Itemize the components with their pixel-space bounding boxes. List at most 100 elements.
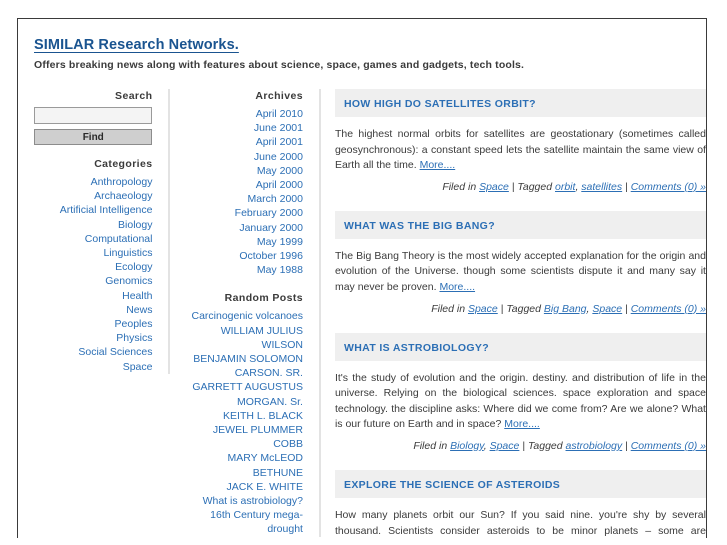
random-post-link-9[interactable]: 16th Century mega-drought — [184, 508, 303, 536]
post-tag-link[interactable]: satellites — [581, 181, 622, 193]
random-post-link-8[interactable]: What is astrobiology? — [184, 494, 303, 508]
category-link-12[interactable]: Space — [34, 360, 153, 374]
content-columns: Search Find Categories Anthropology Archa… — [18, 89, 706, 538]
search-find-button[interactable]: Find — [34, 129, 153, 145]
list-item: March 2000 — [184, 192, 303, 206]
random-posts-list: Carcinogenic volcanoes WILLIAM JULIUS WIL… — [184, 309, 302, 536]
post-more-link[interactable]: More.... — [504, 418, 540, 430]
list-item: Archaeology — [34, 189, 152, 203]
archive-link-1[interactable]: June 2001 — [184, 121, 303, 135]
random-post-link-6[interactable]: MARY McLEOD BETHUNE — [184, 451, 303, 479]
archive-link-8[interactable]: January 2000 — [184, 221, 303, 235]
post-meta: Filed in Space | Tagged Big Bang, Space … — [335, 302, 706, 317]
list-item: Artificial Intelligence — [34, 203, 153, 217]
category-link-0[interactable]: Anthropology — [34, 175, 153, 189]
archive-link-6[interactable]: March 2000 — [184, 192, 303, 206]
archives-list: April 2010 June 2001 April 2001 June 2000 Ma… — [184, 107, 303, 277]
post-title-link[interactable]: WHAT WAS THE BIG BANG? — [344, 220, 495, 232]
post-more-link[interactable]: More.... — [420, 159, 456, 171]
post-more-link[interactable]: More.... — [439, 281, 475, 293]
post-list: HOW HIGH DO SATELLITES ORBIT? The highest… — [334, 89, 706, 538]
post-comments-link[interactable]: Comments (0) » — [631, 181, 706, 193]
category-link-3[interactable]: Biology — [34, 218, 152, 232]
category-link-1[interactable]: Archaeology — [34, 189, 152, 203]
list-item: JACK E. WHITE — [184, 480, 303, 494]
list-item: Social Sciences — [34, 345, 152, 359]
list-item: April 2010 — [184, 107, 303, 121]
search-input[interactable] — [34, 107, 153, 124]
list-item: Anthropology — [34, 175, 153, 189]
random-post-link-2[interactable]: BENJAMIN SOLOMON CARSON. SR. — [184, 352, 303, 380]
filed-in-label: Filed in — [413, 439, 451, 452]
category-link-8[interactable]: News — [34, 303, 152, 317]
post-body: It's the study of evolution and the orig… — [335, 371, 706, 433]
archive-link-7[interactable]: February 2000 — [184, 206, 303, 220]
list-item: Genomics — [34, 274, 152, 288]
category-link-11[interactable]: Social Sciences — [34, 345, 152, 359]
post-tag-link[interactable]: Space — [592, 303, 622, 315]
list-item: June 2001 — [184, 121, 303, 135]
post-tag-link[interactable]: orbit — [555, 181, 575, 193]
random-post-link-3[interactable]: GARRETT AUGUSTUS MORGAN. Sr. — [184, 380, 303, 408]
list-item: Carcinogenic volcanoes — [184, 309, 302, 323]
list-item: Space — [34, 360, 153, 374]
list-item: MARY McLEOD BETHUNE — [184, 451, 303, 479]
post-body: The Big Bang Theory is the most widely a… — [335, 249, 706, 296]
post-excerpt-text: The Big Bang Theory is the most widely a… — [334, 249, 706, 293]
categories-heading: Categories — [94, 158, 153, 170]
list-item: May 2000 — [184, 164, 303, 178]
list-item: Computational Linguistics — [34, 232, 153, 260]
category-link-6[interactable]: Genomics — [34, 274, 152, 288]
post-category-link[interactable]: Space — [479, 181, 509, 193]
post-tag-link[interactable]: Big Bang — [544, 303, 587, 315]
post: WHAT WAS THE BIG BANG? The Big Bang Theor… — [334, 210, 706, 317]
random-post-link-0[interactable]: Carcinogenic volcanoes — [184, 309, 302, 323]
archives-heading: Archives — [255, 90, 303, 102]
post-title-bar: WHAT WAS THE BIG BANG? — [334, 210, 706, 239]
category-link-9[interactable]: Peoples — [34, 317, 153, 331]
post-comments-link[interactable]: Comments (0) » — [631, 440, 706, 452]
tagged-label: Tagged — [527, 439, 566, 452]
post-title-bar: EXPLORE THE SCIENCE OF ASTEROIDS — [334, 469, 706, 498]
archive-link-5[interactable]: April 2000 — [184, 178, 303, 192]
post-excerpt-text: How many planets orbit our Sun? If you s… — [334, 508, 706, 537]
post-category-link[interactable]: Space — [490, 440, 520, 452]
archive-link-3[interactable]: June 2000 — [184, 150, 303, 164]
sidebar-primary: Search Find Categories Anthropology Archa… — [34, 89, 171, 374]
archive-link-4[interactable]: May 2000 — [184, 164, 303, 178]
category-link-4[interactable]: Computational Linguistics — [34, 232, 153, 260]
category-link-2[interactable]: Artificial Intelligence — [34, 203, 153, 217]
search-heading: Search — [115, 90, 153, 102]
category-link-10[interactable]: Physics — [34, 331, 152, 345]
post-title-bar: HOW HIGH DO SATELLITES ORBIT? — [334, 89, 706, 117]
random-post-link-5[interactable]: JEWEL PLUMMER COBB — [184, 423, 303, 451]
post-title-bar: WHAT IS ASTROBIOLOGY? — [334, 332, 706, 361]
site-title[interactable]: SIMILAR Research Networks. — [34, 37, 239, 53]
list-item: Biology — [34, 218, 152, 232]
archive-link-0[interactable]: April 2010 — [184, 107, 303, 121]
list-item: News — [34, 303, 152, 317]
list-item: April 2001 — [184, 135, 303, 149]
post-category-link[interactable]: Biology — [450, 440, 484, 452]
filed-in-label: Filed in — [431, 302, 468, 315]
archive-link-2[interactable]: April 2001 — [184, 135, 303, 149]
random-post-link-7[interactable]: JACK E. WHITE — [184, 480, 303, 494]
post-title-link[interactable]: EXPLORE THE SCIENCE OF ASTEROIDS — [344, 479, 560, 491]
archive-link-10[interactable]: October 1996 — [184, 249, 303, 263]
post-comments-link[interactable]: Comments (0) » — [631, 303, 706, 315]
archive-link-11[interactable]: May 1988 — [184, 263, 303, 277]
category-link-7[interactable]: Health — [34, 289, 152, 303]
post-title-link[interactable]: HOW HIGH DO SATELLITES ORBIT? — [344, 98, 536, 110]
post-tag-link[interactable]: astrobiology — [566, 440, 623, 452]
random-post-link-1[interactable]: WILLIAM JULIUS WILSON — [184, 324, 303, 352]
random-post-link-4[interactable]: KEITH L. BLACK — [184, 409, 303, 423]
list-item: February 2000 — [184, 206, 303, 220]
post-body: The highest normal orbits for satellites… — [335, 127, 706, 174]
category-link-5[interactable]: Ecology — [34, 260, 152, 274]
site-header: SIMILAR Research Networks. Offers breaki… — [18, 19, 706, 71]
post-category-link[interactable]: Space — [468, 303, 498, 315]
archive-link-9[interactable]: May 1999 — [184, 235, 303, 249]
page-frame: SIMILAR Research Networks. Offers breaki… — [17, 18, 707, 538]
post-title-link[interactable]: WHAT IS ASTROBIOLOGY? — [344, 342, 489, 354]
filed-in-label: Filed in — [442, 180, 480, 193]
